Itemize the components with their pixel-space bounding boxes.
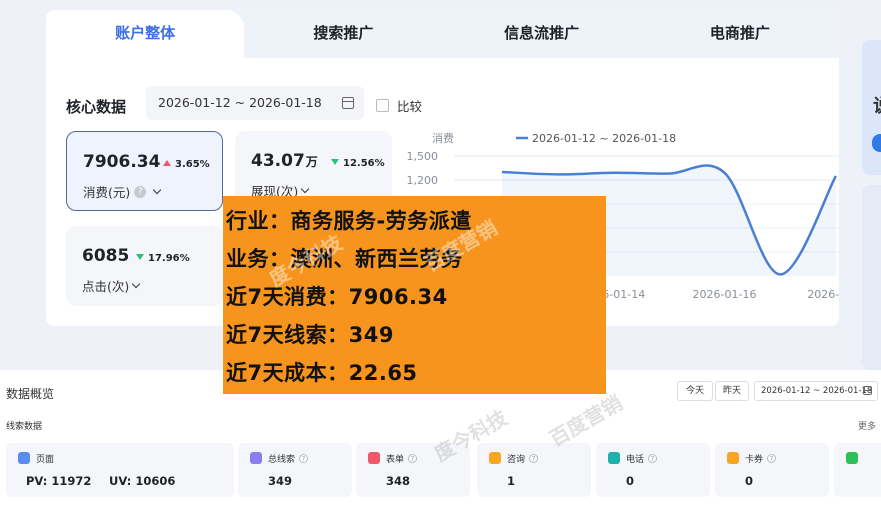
right-side-panel-lower <box>862 185 881 370</box>
yesterday-button[interactable]: 昨天 <box>715 381 749 401</box>
help-icon[interactable]: ? <box>134 185 147 198</box>
overview-date-text: 2026-01-12 ~ 2026-01-18 <box>761 386 873 396</box>
total-leads-title: 总线索? <box>268 452 312 465</box>
page-card-title: 页面 <box>36 455 55 465</box>
page-stats-card[interactable]: 页面 PV: 11972 UV: 10606 <box>6 443 234 497</box>
overview-date-picker[interactable]: 2026-01-12 ~ 2026-01-18 <box>754 381 878 401</box>
trend-down-icon <box>136 254 144 260</box>
form-icon <box>368 452 380 464</box>
tab-feed-promotion[interactable]: 信息流推广 <box>443 10 641 58</box>
spend-value: 7906.34 <box>83 152 161 172</box>
more-link[interactable]: 更多 <box>858 419 876 432</box>
tab-account-overall[interactable]: 账户整体 <box>46 10 245 58</box>
y-axis-title: 消费 <box>432 131 454 145</box>
spend-change: 3.65% <box>163 159 210 170</box>
spend-label-row[interactable]: 消费(元) ? <box>83 182 162 201</box>
help-icon[interactable]: ? <box>767 454 777 463</box>
lead-data-label: 线索数据 <box>6 422 43 432</box>
total-leads-value: 349 <box>268 474 293 488</box>
x-tick-label: 2026-01-16 <box>693 288 757 301</box>
clicks-value: 6085 <box>82 246 130 266</box>
calendar-icon <box>342 97 354 109</box>
calendar-icon <box>863 386 872 395</box>
clicks-label-row[interactable]: 点击(次) <box>82 276 141 295</box>
core-data-title: 核心数据 <box>66 98 127 116</box>
info-overlay: 行业：商务服务-劳务派遣 业务：澳洲、新西兰劳务 近7天消费：7906.34 近… <box>223 196 606 394</box>
tab-ecommerce-promotion[interactable]: 电商推广 <box>641 10 839 58</box>
consult-title: 咨询? <box>507 452 542 465</box>
today-button[interactable]: 今天 <box>677 381 713 401</box>
date-range-picker[interactable]: 2026-01-12 ~ 2026-01-18 <box>146 86 364 120</box>
impressions-value: 43.07万 <box>251 151 318 171</box>
chevron-down-icon[interactable] <box>153 185 162 194</box>
consult-value: 1 <box>507 474 516 488</box>
wechat-card-partial[interactable] <box>834 443 881 497</box>
y-tick-label: 1,200 <box>407 174 439 187</box>
trend-up-icon <box>163 160 171 166</box>
metric-card-spend[interactable]: 7906.34 3.65% 消费(元) ? <box>66 131 223 211</box>
compare-toggle[interactable]: 比较 <box>376 96 422 115</box>
phone-title: 电话? <box>626 452 661 465</box>
compare-checkbox[interactable] <box>376 99 389 112</box>
clicks-label: 点击(次) <box>82 279 130 294</box>
leads-icon <box>250 452 262 464</box>
compare-label: 比较 <box>397 99 423 114</box>
help-icon[interactable]: ? <box>299 454 309 463</box>
overlay-industry: 行业：商务服务-劳务派遣 <box>226 209 472 233</box>
form-value: 348 <box>386 474 411 488</box>
impressions-change: 12.56% <box>331 158 385 169</box>
date-range-text: 2026-01-12 ~ 2026-01-18 <box>158 95 322 110</box>
y-tick-label: 1,500 <box>407 150 439 163</box>
phone-value: 0 <box>626 474 635 488</box>
help-icon[interactable]: ? <box>408 454 418 463</box>
right-panel-partial-text: 说 <box>873 92 881 118</box>
coupon-value: 0 <box>745 474 754 488</box>
help-icon[interactable]: ? <box>648 454 658 463</box>
coupon-title: 卡券? <box>745 452 780 465</box>
overlay-cost: 近7天成本：22.65 <box>226 361 418 385</box>
form-title: 表单? <box>386 452 421 465</box>
wechat-icon <box>846 452 858 464</box>
help-icon[interactable]: ? <box>529 454 539 463</box>
trend-down-icon <box>331 159 339 165</box>
metric-card-clicks[interactable]: 6085 17.96% 点击(次) <box>66 226 223 306</box>
pv-value: PV: 11972 <box>26 474 92 488</box>
tab-search-promotion[interactable]: 搜索推广 <box>244 10 442 58</box>
total-leads-card[interactable]: 总线索? 349 <box>238 443 352 497</box>
page-icon <box>18 452 30 464</box>
phone-icon <box>608 452 620 464</box>
chevron-down-icon[interactable] <box>132 279 141 288</box>
legend-label: 2026-01-12 ~ 2026-01-18 <box>532 132 676 145</box>
clicks-change: 17.96% <box>136 253 190 264</box>
overview-title: 数据概览 <box>6 387 55 401</box>
tab-bar: 账户整体 搜索推广 信息流推广 电商推广 <box>46 10 839 58</box>
right-panel-badge <box>872 134 881 152</box>
uv-value: UV: 10606 <box>109 474 176 488</box>
coupon-card[interactable]: 卡券? 0 <box>715 443 829 497</box>
phone-card[interactable]: 电话? 0 <box>596 443 710 497</box>
consult-icon <box>489 452 501 464</box>
chevron-down-icon[interactable] <box>301 184 310 193</box>
coupon-icon <box>727 452 739 464</box>
x-tick-label: 2026-01-1 <box>807 288 839 301</box>
consult-card[interactable]: 咨询? 1 <box>477 443 591 497</box>
overlay-leads: 近7天线索：349 <box>226 323 394 347</box>
spend-label: 消费(元) <box>83 185 131 200</box>
